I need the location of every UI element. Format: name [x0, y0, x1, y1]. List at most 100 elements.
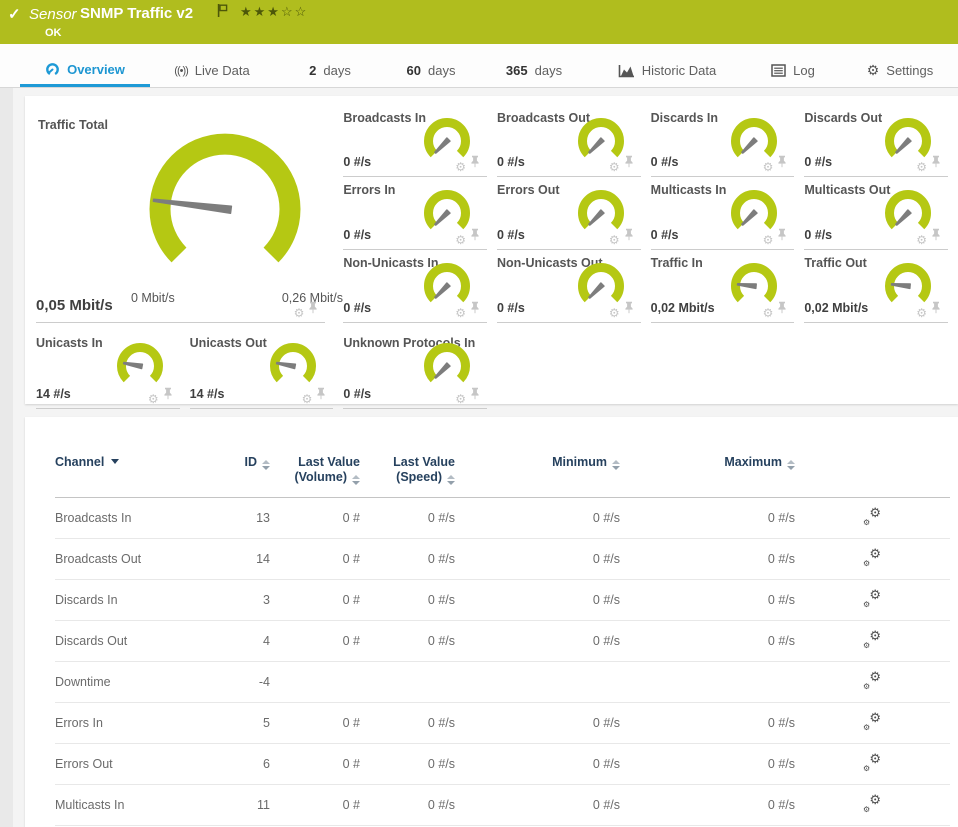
priority-stars[interactable]: ★★★☆☆	[240, 4, 308, 20]
pin-icon[interactable]	[470, 155, 480, 173]
column-header-id[interactable]: ID	[205, 455, 270, 498]
cell-edit: ⚙⚙	[795, 539, 950, 580]
gear-icon[interactable]: ⚙	[609, 161, 620, 173]
edit-channel-gears-icon[interactable]: ⚙⚙	[864, 631, 881, 648]
column-header-last-value-volume-[interactable]: Last Value(Volume)	[270, 455, 360, 498]
tab-live-data[interactable]: ((•))Live Data	[158, 54, 266, 87]
gauge-traffic-total: Traffic Total 0 Mbit/s 0,26 Mbit/s 0,05 …	[36, 105, 325, 323]
pin-icon[interactable]	[777, 301, 787, 319]
sort-icon[interactable]	[262, 460, 270, 470]
tab-365-days[interactable]: 365days	[488, 54, 580, 87]
pin-icon[interactable]	[624, 301, 634, 319]
tab-log[interactable]: Log	[760, 54, 826, 87]
gauge-actions: ⚙	[455, 155, 480, 173]
edit-channel-gears-icon[interactable]: ⚙⚙	[864, 795, 881, 812]
gauge-min-label: 0 Mbit/s	[131, 291, 175, 305]
edit-channel-gears-icon[interactable]: ⚙⚙	[864, 549, 881, 566]
cell-channel[interactable]: Broadcasts In	[55, 498, 205, 539]
sort-icon[interactable]	[612, 460, 620, 470]
pin-icon[interactable]	[316, 387, 326, 405]
tab-label: Settings	[886, 63, 933, 78]
cell-channel[interactable]: Errors Out	[55, 744, 205, 785]
gear-icon[interactable]: ⚙	[302, 393, 313, 405]
gauge-actions: ⚙	[609, 301, 634, 319]
cell-channel[interactable]: Multicasts In	[55, 785, 205, 826]
column-header-maximum[interactable]: Maximum	[620, 455, 795, 498]
gear-icon[interactable]: ⚙	[455, 307, 466, 319]
gear-icon[interactable]: ⚙	[609, 234, 620, 246]
pin-icon[interactable]	[308, 301, 318, 319]
sort-icon[interactable]	[352, 475, 360, 485]
edit-channel-gears-icon[interactable]: ⚙⚙	[864, 590, 881, 607]
tab-60-days[interactable]: 60days	[388, 54, 474, 87]
live-data-icon: ((•))	[174, 65, 188, 77]
column-header-last-value-speed-[interactable]: Last Value(Speed)	[360, 455, 455, 498]
pin-icon[interactable]	[624, 228, 634, 246]
gauge-actions: ⚙	[916, 228, 941, 246]
gear-icon[interactable]: ⚙	[763, 161, 774, 173]
gauge-actions: ⚙	[763, 301, 788, 319]
gauge-dial	[266, 339, 320, 393]
column-header-minimum[interactable]: Minimum	[455, 455, 620, 498]
gauge-value: 0 #/s	[343, 387, 371, 401]
cell-channel[interactable]: Errors In	[55, 703, 205, 744]
tab-overview[interactable]: Overview	[20, 54, 150, 87]
edit-channel-gears-icon[interactable]: ⚙⚙	[864, 508, 881, 525]
pin-icon[interactable]	[931, 228, 941, 246]
cell-channel[interactable]: Discards Out	[55, 621, 205, 662]
table-row-broadcasts-in: Broadcasts In130 #0 #/s0 #/s0 #/s⚙⚙	[55, 498, 950, 539]
cell-channel[interactable]: Downtime	[55, 662, 205, 703]
gauge-actions: ⚙	[609, 228, 634, 246]
cell-channel[interactable]: Discards In	[55, 580, 205, 621]
sort-desc-icon[interactable]	[111, 459, 119, 464]
gear-icon[interactable]: ⚙	[455, 161, 466, 173]
gear-icon[interactable]: ⚙	[294, 307, 305, 319]
gauge-icon	[45, 62, 60, 77]
cell-maximum: 0 #/s	[620, 703, 795, 744]
column-label: Last Value	[393, 455, 455, 469]
sort-icon[interactable]	[787, 460, 795, 470]
tab-historic-data[interactable]: Historic Data	[604, 54, 730, 87]
pin-icon[interactable]	[931, 301, 941, 319]
gear-icon[interactable]: ⚙	[916, 234, 927, 246]
gauge-value: 0 #/s	[651, 155, 679, 169]
cell-id: 13	[205, 498, 270, 539]
column-label: ID	[245, 455, 258, 469]
edit-channel-gears-icon[interactable]: ⚙⚙	[864, 672, 881, 689]
flag-icon[interactable]	[217, 3, 228, 23]
cell-last-value-speed: 0 #/s	[360, 703, 455, 744]
pin-icon[interactable]	[470, 301, 480, 319]
gear-icon[interactable]: ⚙	[916, 161, 927, 173]
pin-icon[interactable]	[931, 155, 941, 173]
pin-icon[interactable]	[470, 387, 480, 405]
pin-icon[interactable]	[777, 155, 787, 173]
sort-icon[interactable]	[447, 475, 455, 485]
gauge-dial	[113, 339, 167, 393]
gear-icon[interactable]: ⚙	[148, 393, 159, 405]
pin-icon[interactable]	[163, 387, 173, 405]
gear-icon[interactable]: ⚙	[916, 307, 927, 319]
pin-icon[interactable]	[777, 228, 787, 246]
column-header-channel[interactable]: Channel	[55, 455, 205, 498]
gear-icon[interactable]: ⚙	[455, 393, 466, 405]
pin-icon[interactable]	[624, 155, 634, 173]
gauge-value: 14 #/s	[190, 387, 225, 401]
gear-icon[interactable]: ⚙	[763, 307, 774, 319]
edit-channel-gears-icon[interactable]: ⚙⚙	[864, 713, 881, 730]
pin-icon[interactable]	[470, 228, 480, 246]
cell-maximum: 0 #/s	[620, 498, 795, 539]
tab-settings[interactable]: ⚙Settings	[852, 54, 948, 87]
gauge-multicasts-in: Multicasts In 0 #/s⚙	[651, 177, 795, 250]
gear-icon[interactable]: ⚙	[609, 307, 620, 319]
cell-last-value-speed	[360, 662, 455, 703]
cell-last-value-volume: 0 #	[270, 703, 360, 744]
edit-channel-gears-icon[interactable]: ⚙⚙	[864, 754, 881, 771]
gear-icon[interactable]: ⚙	[763, 234, 774, 246]
gauge-actions: ⚙	[763, 155, 788, 173]
cell-minimum: 0 #/s	[455, 785, 620, 826]
table-row-discards-in: Discards In30 #0 #/s0 #/s0 #/s⚙⚙	[55, 580, 950, 621]
cell-channel[interactable]: Broadcasts Out	[55, 539, 205, 580]
gauge-unicasts-in: Unicasts In 14 #/s⚙	[36, 330, 180, 409]
tab-2-days[interactable]: 2days	[288, 54, 372, 87]
gear-icon[interactable]: ⚙	[455, 234, 466, 246]
